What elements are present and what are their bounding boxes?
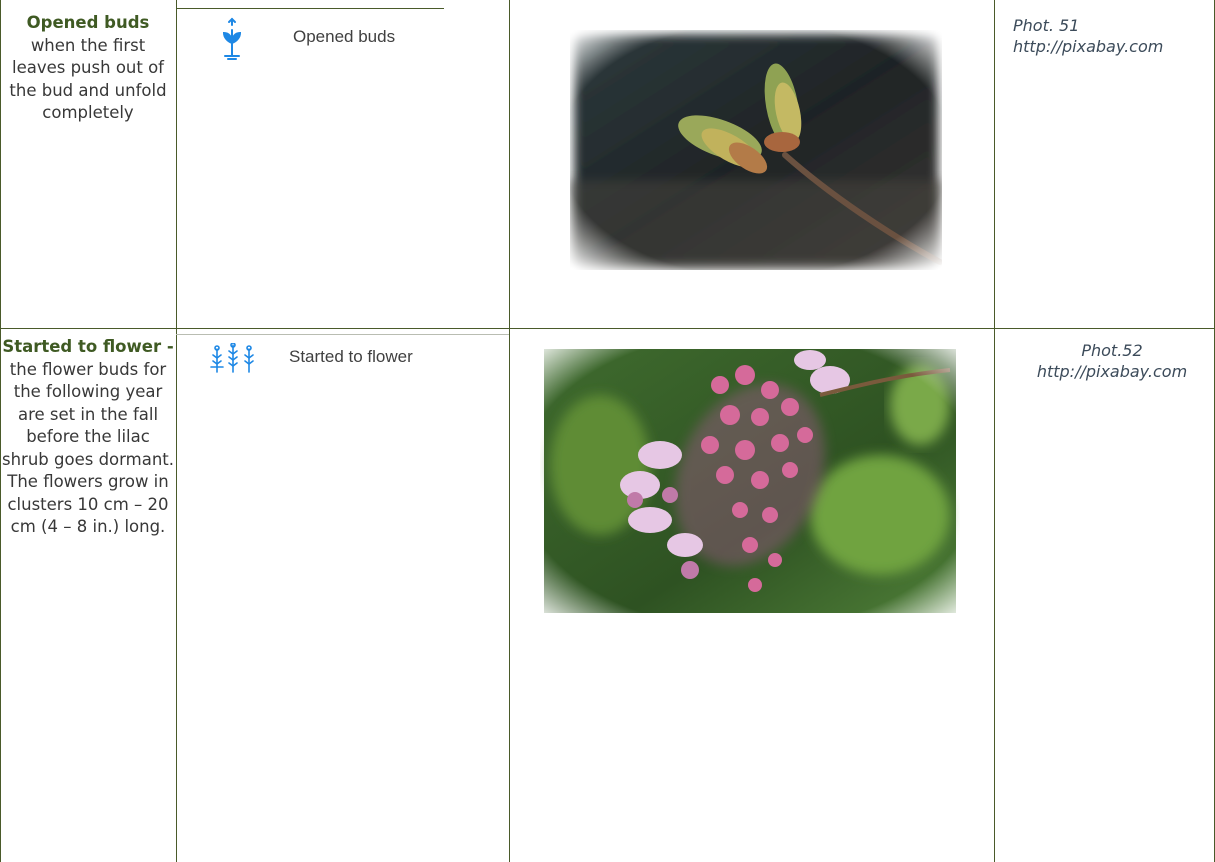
seedling-sprout-icon <box>219 17 245 61</box>
row-1-phase-label: Opened buds <box>293 27 396 46</box>
row-2-phase: Started to flower <box>207 342 413 373</box>
column-divider-3 <box>994 0 995 862</box>
lilac-flower-cluster-photo <box>540 345 960 617</box>
row-1-description: Opened buds when the first leaves push o… <box>2 12 174 125</box>
column-divider-2 <box>509 0 510 862</box>
row-2-caption: Phot.52 http://pixabay.com <box>1012 340 1212 382</box>
lilac-leaf-bud-photo <box>570 30 942 270</box>
row-2-phase-label: Started to flower <box>289 347 413 366</box>
row-1-description-text: when the first leaves push out of the bu… <box>9 35 167 123</box>
row-1-caption: Phot. 51 http://pixabay.com <box>1013 15 1163 57</box>
top-border-fragment <box>176 8 444 9</box>
row-2-caption-source: http://pixabay.com <box>1036 362 1188 381</box>
row-2-description: Started to flower - the flower buds for … <box>2 336 174 539</box>
row-1-term: Opened buds <box>26 13 150 32</box>
row-2-description-text: the flower buds for the following year a… <box>2 359 174 537</box>
row-2-term: Started to flower - <box>2 337 174 356</box>
row-1-caption-source: http://pixabay.com <box>1013 37 1164 56</box>
column-divider-1 <box>176 0 177 862</box>
row-2-caption-number: Phot.52 <box>1081 341 1143 360</box>
table-border-left <box>0 0 1 862</box>
flowering-stalks-icon <box>207 342 265 373</box>
row-1-phase: Opened buds <box>219 17 395 61</box>
row-divider-inner <box>176 334 509 335</box>
row-1-caption-number: Phot. 51 <box>1013 16 1080 35</box>
row-divider <box>0 328 1215 329</box>
